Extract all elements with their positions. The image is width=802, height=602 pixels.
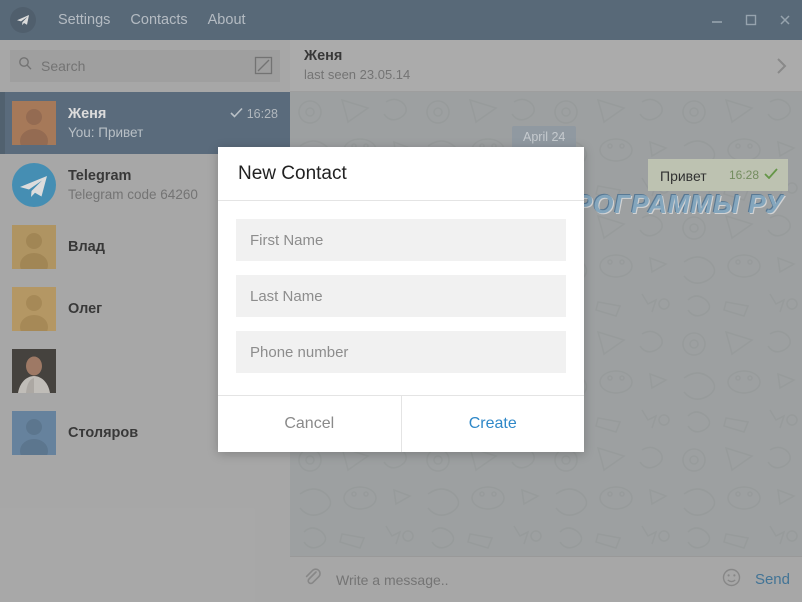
dialog-title: New Contact bbox=[238, 162, 347, 184]
dialog-footer: Cancel Create bbox=[218, 395, 584, 452]
new-contact-dialog: New Contact First Name Last Name Phone n… bbox=[218, 147, 584, 452]
last-name-placeholder: Last Name bbox=[250, 287, 323, 305]
phone-number-field[interactable]: Phone number bbox=[236, 331, 566, 373]
last-name-field[interactable]: Last Name bbox=[236, 275, 566, 317]
first-name-placeholder: First Name bbox=[250, 231, 324, 249]
cancel-button[interactable]: Cancel bbox=[218, 396, 402, 452]
telegram-window: Settings Contacts About Search Женя You:… bbox=[0, 0, 802, 602]
dialog-header: New Contact bbox=[218, 147, 584, 201]
phone-number-placeholder: Phone number bbox=[250, 343, 349, 361]
first-name-field[interactable]: First Name bbox=[236, 219, 566, 261]
dialog-body: First Name Last Name Phone number bbox=[218, 201, 584, 395]
create-button[interactable]: Create bbox=[402, 396, 585, 452]
